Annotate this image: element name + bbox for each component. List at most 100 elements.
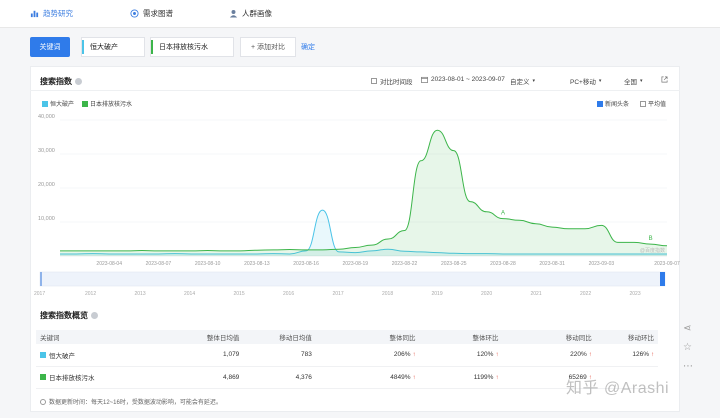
- summary-table: 关键词 整体日均值 移动日均值 整体同比 整体环比 移动同比 移动环比 恒大破产…: [36, 330, 658, 389]
- timeline-year-label: 2022: [580, 291, 591, 297]
- keyword-text: 恒大破产: [49, 352, 75, 360]
- timeline-year-label: 2017: [333, 291, 344, 297]
- chart-watermark: @百度指数: [640, 247, 665, 254]
- summary-header-row: 关键词 整体日均值 移动日均值 整体同比 整体环比 移动同比 移动环比: [36, 330, 658, 344]
- x-tick-label: 2023-08-25: [441, 261, 467, 267]
- date-range-picker[interactable]: 2023-08-01 ~ 2023-09-07: [421, 76, 505, 83]
- average-toggle[interactable]: 平均值: [640, 99, 666, 108]
- add-compare-button[interactable]: + 添加对比: [240, 37, 296, 57]
- compare-period-toggle[interactable]: 对比时间段: [371, 76, 413, 86]
- keyword-swatch: [40, 351, 46, 358]
- device-select[interactable]: PC+移动 ▾: [570, 76, 601, 86]
- external-link-icon: [661, 76, 668, 83]
- summary-title-text: 搜索指数概览: [40, 311, 88, 320]
- col-overall-avg: 整体日均值: [160, 330, 244, 344]
- timeline-year-label: 2014: [184, 291, 195, 297]
- value: 126%: [632, 351, 649, 359]
- arrow-up-icon: ↑: [588, 352, 592, 359]
- arrow-up-icon: ↑: [412, 374, 416, 381]
- help-icon[interactable]: [75, 78, 82, 85]
- chevron-down-icon: ▾: [598, 78, 602, 84]
- device-label: PC+移动: [570, 79, 596, 86]
- arrow-up-icon: ↑: [651, 352, 654, 359]
- x-tick-label: 2023-08-04: [96, 261, 122, 267]
- checkbox-icon: [597, 100, 603, 107]
- more-icon[interactable]: ⋯: [683, 361, 693, 372]
- timeline-year-label: 2013: [135, 291, 146, 297]
- legend-swatch: [82, 100, 88, 107]
- overall-yoy-cell: 206% ↑: [315, 344, 420, 367]
- legend-item-1[interactable]: 恒大破产: [42, 99, 74, 108]
- overall-avg-cell: 1,079: [160, 344, 244, 367]
- col-overall-mom: 整体环比: [419, 330, 503, 344]
- timeline-year-label: 2021: [531, 291, 542, 297]
- x-tick-label: 2023-08-16: [293, 261, 319, 267]
- share-icon[interactable]: [661, 76, 668, 83]
- mobile-avg-cell: 783: [243, 344, 316, 367]
- keyword-input-2[interactable]: 日本排放核污水: [150, 37, 234, 57]
- search-index-chart: 40,000 30,000 20,000 10,000 2023-08-04 2023-0…: [34, 114, 680, 297]
- keyword-button[interactable]: 关键词: [30, 37, 70, 57]
- nav-label: 人群画像: [242, 9, 272, 18]
- y-tick-label: 10,000: [38, 216, 55, 222]
- region-label: 全国: [624, 79, 637, 86]
- nav-crowd-portrait[interactable]: 人群画像: [229, 8, 272, 19]
- x-tick-label: 2023-08-22: [392, 261, 418, 267]
- arrow-up-icon: ↑: [495, 374, 499, 381]
- keyword-color-bar: [82, 40, 84, 54]
- nav-demand-graph[interactable]: 需求图谱: [130, 8, 173, 19]
- series-area: [60, 130, 667, 256]
- timeline-year-label: 2015: [234, 291, 245, 297]
- side-toolbar: ⋖ ☆ ⋯: [683, 323, 693, 372]
- checkbox-icon: [640, 100, 646, 107]
- mobile-avg-cell: 4,376: [243, 366, 316, 389]
- col-overall-yoy: 整体同比: [315, 330, 420, 344]
- legend-swatch: [42, 100, 48, 107]
- user-icon: [229, 9, 238, 18]
- timeline-year-label: 2012: [85, 291, 96, 297]
- mobile-mom-cell: 126% ↑: [595, 344, 658, 367]
- value: 120%: [476, 351, 494, 359]
- keyword-cell: 日本排放核污水: [36, 366, 161, 389]
- keyword-input-1[interactable]: 恒大破产: [81, 37, 145, 57]
- overall-mom-cell: 120% ↑: [419, 344, 503, 367]
- footnote-text: 数据更新时间：每天12~16时，受数据波动影响，可能会有延迟。: [49, 400, 222, 406]
- share-icon[interactable]: ⋖: [683, 323, 693, 334]
- timeline-year-label: 2018: [382, 291, 393, 297]
- x-tick-label: 2023-08-07: [146, 261, 172, 267]
- keyword-color-bar: [151, 40, 153, 54]
- table-row: 日本排放核污水 4,869 4,376 4849% ↑ 1199% ↑ 65269 ↑: [36, 366, 658, 389]
- keyword-text: 日本排放核污水: [49, 375, 95, 382]
- panel-title: 搜索指数: [40, 76, 82, 87]
- nav-trend-research[interactable]: 趋势研究: [30, 8, 73, 19]
- average-label: 平均值: [648, 102, 667, 108]
- value: 206%: [393, 351, 411, 359]
- compare-period-label: 对比时间段: [380, 79, 413, 86]
- star-icon[interactable]: ☆: [683, 342, 693, 353]
- value: 220%: [570, 351, 587, 359]
- value: 4849%: [390, 373, 411, 381]
- col-mobile-mom: 移动环比: [595, 330, 658, 344]
- help-icon[interactable]: [91, 312, 98, 319]
- info-icon: [40, 398, 46, 405]
- custom-range-select[interactable]: 自定义 ▾: [510, 76, 535, 86]
- arrow-up-icon: ↑: [412, 352, 416, 359]
- legend-item-2[interactable]: 日本排放核污水: [82, 99, 132, 108]
- value: 1199%: [473, 373, 494, 381]
- confirm-button[interactable]: 确定: [301, 42, 315, 52]
- x-tick-label: 2023-09-03: [589, 261, 615, 267]
- news-headlines-toggle[interactable]: 新闻头条: [597, 99, 629, 108]
- col-keyword: 关键词: [36, 330, 161, 344]
- top-nav: 趋势研究 需求图谱 人群画像: [0, 0, 720, 28]
- timeline-year-label: 2023: [630, 291, 641, 297]
- nav-label: 趋势研究: [43, 9, 73, 18]
- mobile-yoy-cell: 220% ↑: [502, 344, 596, 367]
- region-select[interactable]: 全国 ▾: [624, 76, 643, 86]
- timeline-year-label: 2016: [283, 291, 294, 297]
- x-tick-label: 2023-08-10: [195, 261, 221, 267]
- x-tick-label: 2023-08-28: [490, 261, 516, 267]
- date-range-text: 2023-08-01 ~ 2023-09-07: [431, 76, 505, 83]
- panel-divider: [30, 90, 680, 91]
- nav-label: 需求图谱: [143, 9, 173, 18]
- timeline-year-label: 2019: [432, 291, 443, 297]
